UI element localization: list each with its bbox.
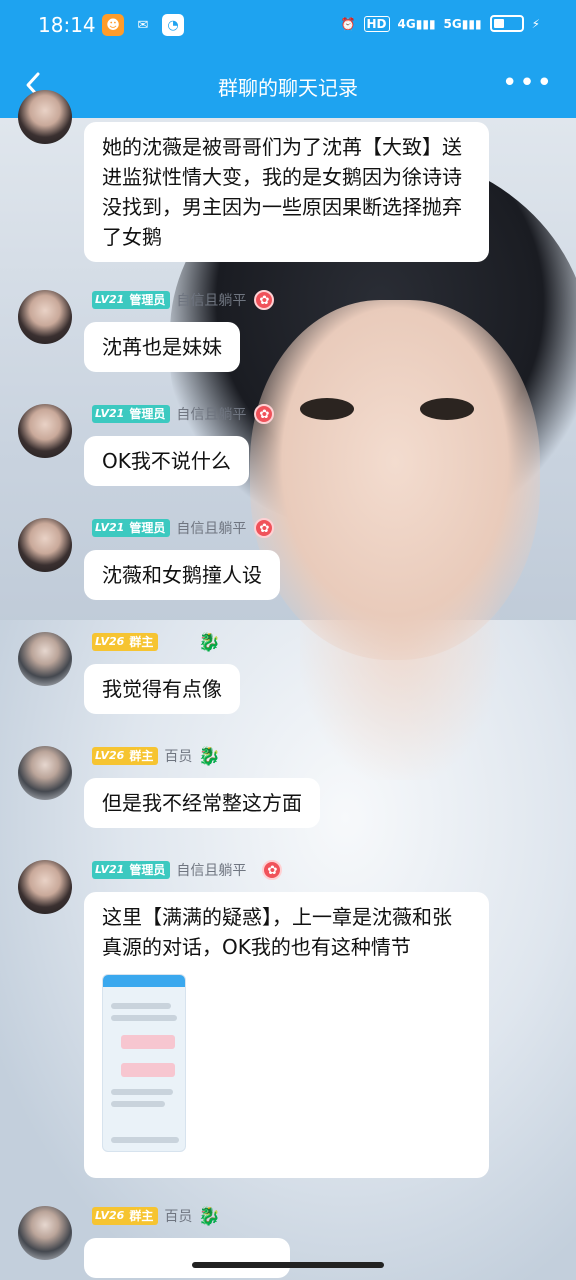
message-bubble[interactable]: 我觉得有点像 <box>84 664 240 714</box>
dragon-badge-icon: 🐉 <box>198 745 221 767</box>
sender-nickname[interactable]: 自信且躺平 <box>176 404 246 424</box>
sender-nickname[interactable]: 百员 <box>164 1206 192 1226</box>
nav-header: 群聊的聊天记录 ••• <box>0 52 576 118</box>
avatar[interactable] <box>18 746 72 800</box>
level-badge: LV21 <box>92 519 128 537</box>
message-bubble[interactable]: 但是我不经常整这方面 <box>84 778 320 828</box>
sender-nickname[interactable]: 自信且躺平 <box>176 860 246 880</box>
sender-info: LV26 群主 🐉 <box>92 631 221 653</box>
flower-badge-icon: ✿ <box>254 290 275 310</box>
sender-info: LV21 管理员 自信且躺平 ✿ <box>92 290 275 310</box>
message-bubble[interactable]: 她的沈薇是被哥哥们为了沈苒【大致】送进监狱性情大变，我的是女鹅因为徐诗诗没找到，… <box>84 122 489 262</box>
sender-nickname[interactable]: 百员 <box>164 746 192 766</box>
net-label-2: 5G <box>443 16 462 31</box>
level-badge: LV26 <box>92 747 128 765</box>
sender-info: LV26 群主 百员 🐉 <box>92 1205 221 1227</box>
net-label-1: 4G <box>397 16 416 31</box>
level-badge: LV21 <box>92 291 128 309</box>
qq-icon: ◔ <box>162 14 184 36</box>
level-badge: LV21 <box>92 405 128 423</box>
screenshot-thumbnail[interactable] <box>102 974 186 1152</box>
message-bubble[interactable]: OK我不说什么 <box>84 436 249 486</box>
system-icons: ⏰ HD 4G▮▮▮ 5G▮▮▮ ⚡ <box>341 15 540 32</box>
role-badge: 群主 <box>127 1207 159 1225</box>
avatar[interactable] <box>18 290 72 344</box>
message-bubble[interactable]: 这里【满满的疑惑】，上一章是沈薇和张真源的对话，OK我的也有这种情节 <box>84 892 489 1178</box>
flower-badge-icon: ✿ <box>262 860 283 880</box>
sender-info: LV26 群主 百员 🐉 <box>92 745 221 767</box>
role-badge: 管理员 <box>127 291 171 309</box>
avatar[interactable] <box>18 1206 72 1260</box>
avatar[interactable] <box>18 632 72 686</box>
alarm-icon: ⏰ <box>340 16 356 31</box>
battery-icon <box>489 15 524 32</box>
message-text: 我觉得有点像 <box>102 677 222 701</box>
avatar[interactable] <box>18 518 72 572</box>
role-badge: 管理员 <box>127 405 171 423</box>
dragon-badge-icon: 🐉 <box>198 1205 221 1227</box>
flower-badge-icon: ✿ <box>254 518 275 538</box>
message-text: 沈苒也是妹妹 <box>102 335 222 359</box>
home-indicator[interactable] <box>192 1262 384 1268</box>
message-bubble[interactable]: 沈苒也是妹妹 <box>84 322 240 372</box>
role-badge: 群主 <box>127 747 159 765</box>
dragon-badge-icon: 🐉 <box>198 631 221 653</box>
level-badge: LV21 <box>92 861 128 879</box>
sender-info: LV21 管理员 自信且躺平 ✿ <box>92 860 283 880</box>
status-time: 18:14 <box>38 13 96 37</box>
message-text: 沈薇和女鹅撞人设 <box>102 563 262 587</box>
message-bubble[interactable]: 沈薇和女鹅撞人设 <box>84 550 280 600</box>
status-bar: 18:14 ☻ ✉ ◔ ⏰ HD 4G▮▮▮ 5G▮▮▮ ⚡ <box>0 0 576 52</box>
sender-info: LV21 管理员 自信且躺平 ✿ <box>92 404 275 424</box>
wechat-icon: ✉ <box>137 17 149 33</box>
role-badge: 管理员 <box>127 519 171 537</box>
message-text: 这里【满满的疑惑】，上一章是沈薇和张真源的对话，OK我的也有这种情节 <box>102 905 452 959</box>
app-notification-icon: ☻ <box>102 14 124 36</box>
sender-nickname[interactable]: 自信且躺平 <box>176 290 246 310</box>
page-title: 群聊的聊天记录 <box>218 76 358 100</box>
flower-badge-icon: ✿ <box>254 404 275 424</box>
level-badge: LV26 <box>92 633 128 651</box>
sender-nickname[interactable]: 自信且躺平 <box>176 518 246 538</box>
hd-icon: HD <box>363 15 390 32</box>
sender-info: LV21 管理员 自信且躺平 ✿ <box>92 518 275 538</box>
message-text: 但是我不经常整这方面 <box>102 791 302 815</box>
message-bubble[interactable] <box>84 1238 290 1278</box>
role-badge: 群主 <box>127 633 159 651</box>
signal-4g-icon: 4G▮▮▮ <box>397 16 436 31</box>
notification-icons: ☻ ✉ ◔ <box>102 14 184 36</box>
message-text: OK我不说什么 <box>102 449 231 473</box>
signal-5g-icon: 5G▮▮▮ <box>443 16 482 31</box>
more-dots-icon[interactable]: ••• <box>502 70 554 96</box>
role-badge: 管理员 <box>127 861 171 879</box>
avatar[interactable] <box>18 90 72 144</box>
message-text: 她的沈薇是被哥哥们为了沈苒【大致】送进监狱性情大变，我的是女鹅因为徐诗诗没找到，… <box>102 135 462 249</box>
avatar[interactable] <box>18 404 72 458</box>
avatar[interactable] <box>18 860 72 914</box>
level-badge: LV26 <box>92 1207 128 1225</box>
charging-icon: ⚡ <box>531 16 540 31</box>
